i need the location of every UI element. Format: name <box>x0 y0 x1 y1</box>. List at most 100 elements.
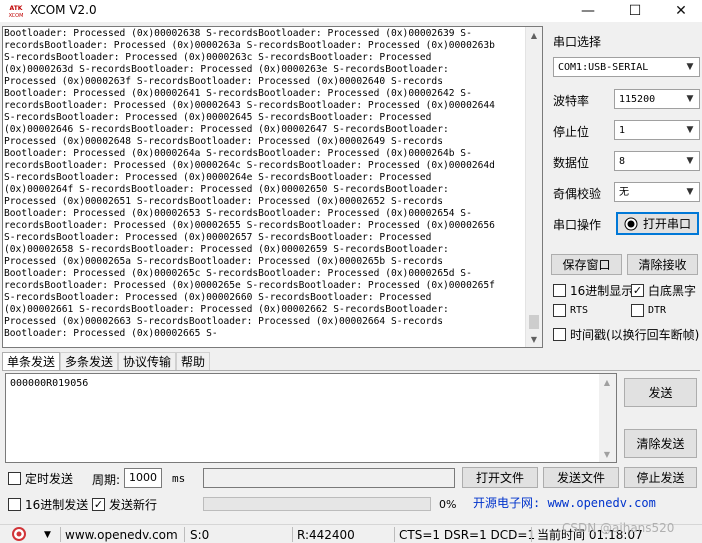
port-label: 串口选择 <box>553 35 602 49</box>
timed-send-checkbox[interactable]: 定时发送 <box>8 470 73 487</box>
close-icon: ✕ <box>675 3 687 19</box>
receive-line: S-recordsBootloader: Processed (0x)00002… <box>4 292 432 303</box>
checkbox-box <box>8 498 21 511</box>
scroll-up-icon[interactable]: ▲ <box>526 27 542 43</box>
minimize-icon: — <box>581 3 595 19</box>
close-button[interactable]: ✕ <box>658 0 702 22</box>
checkbox-box <box>553 328 566 341</box>
receive-text: Bootloader: Processed (0x)00002638 S-rec… <box>4 28 524 340</box>
stop-bits-select[interactable]: 1 ▼ <box>614 120 700 140</box>
receive-line: Processed (0x)00002663 S-recordsBootload… <box>4 316 443 327</box>
chevron-down-icon: ▼ <box>686 187 694 197</box>
receive-line: Processed (0x)0000265a S-recordsBootload… <box>4 256 443 267</box>
receive-text-area[interactable]: Bootloader: Processed (0x)00002638 S-rec… <box>2 26 543 348</box>
receive-line: Bootloader: Processed (0x)00002638 S-rec… <box>4 28 472 39</box>
status-separator <box>60 527 61 542</box>
baud-label: 波特率 <box>553 94 590 108</box>
maximize-icon: ☐ <box>628 3 642 19</box>
scroll-down-icon[interactable]: ▼ <box>599 446 615 462</box>
receive-line: recordsBootloader: Processed (0x)0000263… <box>4 40 495 51</box>
send-newline-checkbox[interactable]: ✓ 发送新行 <box>92 496 157 513</box>
port-operation-label: 串口操作 <box>553 218 602 232</box>
status-bar: ▼ www.openedv.com S:0 R:442400 CTS=1 DSR… <box>0 521 702 543</box>
minimize-button[interactable]: — <box>565 0 611 22</box>
scroll-down-icon[interactable]: ▼ <box>526 331 542 347</box>
tab-multi-send[interactable]: 多条发送 <box>60 352 119 371</box>
receive-line: S-recordsBootloader: Processed (0x)00002… <box>4 112 432 123</box>
save-window-button[interactable]: 保存窗口 <box>551 254 622 275</box>
clear-receive-button[interactable]: 清除接收 <box>627 254 698 275</box>
tab-help[interactable]: 帮助 <box>176 352 211 371</box>
parity-select[interactable]: 无 ▼ <box>614 182 700 202</box>
receive-line: S-recordsBootloader: Processed (0x)00002… <box>4 232 432 243</box>
receive-line: S-recordsBootloader: Processed (0x)00002… <box>4 172 432 183</box>
open-port-button[interactable]: 打开串口 <box>616 212 699 235</box>
receive-line: Bootloader: Processed (0x)00002665 S- <box>4 328 218 339</box>
receive-line: (0x)0000264f S-recordsBootloader: Proces… <box>4 184 449 195</box>
baud-select[interactable]: 115200 ▼ <box>614 89 700 109</box>
checkbox-box <box>553 304 566 317</box>
open-file-button[interactable]: 打开文件 <box>462 467 538 488</box>
hex-display-checkbox[interactable]: 16进制显示 <box>553 282 633 299</box>
receive-line: recordsBootloader: Processed (0x)0000264… <box>4 160 495 171</box>
stop-bits-label: 停止位 <box>553 125 590 139</box>
rts-checkbox[interactable]: RTS <box>553 304 588 317</box>
receive-line: Bootloader: Processed (0x)00002641 S-rec… <box>4 88 472 99</box>
settings-gear-icon[interactable] <box>12 527 26 541</box>
website-link[interactable]: 开源电子网: www.openedv.com <box>473 494 656 511</box>
receive-line: (0x)00002661 S-recordsBootloader: Proces… <box>4 304 449 315</box>
tab-protocol[interactable]: 协议传输 <box>118 352 177 371</box>
checkbox-box: ✓ <box>631 284 644 297</box>
file-path-field[interactable] <box>203 468 455 488</box>
period-input[interactable]: 1000 <box>124 468 162 488</box>
maximize-button[interactable]: ☐ <box>612 0 658 22</box>
receive-line: (0x)00002646 S-recordsBootloader: Proces… <box>4 124 449 135</box>
send-scrollbar[interactable]: ▲ ▼ <box>599 374 616 462</box>
port-select[interactable]: COM1:USB-SERIAL ▼ <box>553 57 700 77</box>
receive-scrollbar[interactable]: ▲ ▼ <box>525 27 542 347</box>
port-status-icon <box>624 217 638 230</box>
data-bits-select[interactable]: 8 ▼ <box>614 151 700 171</box>
send-file-button[interactable]: 发送文件 <box>543 467 619 488</box>
checkbox-box <box>631 304 644 317</box>
receive-line: S-recordsBootloader: Processed (0x)00002… <box>4 52 432 63</box>
clear-send-button[interactable]: 清除发送 <box>624 429 697 458</box>
chevron-down-icon: ▼ <box>686 156 694 166</box>
window-title: XCOM V2.0 <box>30 3 97 17</box>
svg-text:XCOM: XCOM <box>9 13 24 19</box>
data-bits-label: 数据位 <box>553 156 590 170</box>
receive-line: Bootloader: Processed (0x)0000265c S-rec… <box>4 268 472 279</box>
checkbox-box <box>553 284 566 297</box>
status-lines: CTS=1 DSR=1 DCD=1 <box>399 528 536 542</box>
watermark: CSDN @aihans520 <box>562 521 675 535</box>
status-separator <box>184 527 185 542</box>
dtr-checkbox[interactable]: DTR <box>631 304 666 317</box>
checkbox-box: ✓ <box>92 498 105 511</box>
period-unit: ms <box>172 472 186 485</box>
period-label: 周期: <box>92 473 121 487</box>
receive-line: Processed (0x)00002648 S-recordsBootload… <box>4 136 443 147</box>
status-separator <box>292 527 293 542</box>
chevron-down-icon: ▼ <box>686 94 694 104</box>
tab-single-send[interactable]: 单条发送 <box>2 352 61 371</box>
receive-line: (0x)00002658 S-recordsBootloader: Proces… <box>4 244 449 255</box>
receive-line: recordsBootloader: Processed (0x)0000265… <box>4 220 495 231</box>
send-button[interactable]: 发送 <box>624 378 697 407</box>
receive-line: Processed (0x)00002651 S-recordsBootload… <box>4 196 443 207</box>
stop-send-button[interactable]: 停止发送 <box>624 467 697 488</box>
send-input[interactable]: 000000R019056 ▲ ▼ <box>5 373 617 463</box>
receive-line: Bootloader: Processed (0x)0000264a S-rec… <box>4 148 472 159</box>
status-url[interactable]: www.openedv.com <box>65 527 178 543</box>
status-separator <box>531 527 532 542</box>
checkbox-box <box>8 472 21 485</box>
scroll-thumb[interactable] <box>529 315 539 329</box>
dropdown-arrow-icon[interactable]: ▼ <box>44 527 51 543</box>
receive-line: (0x)0000263d S-recordsBootloader: Proces… <box>4 64 449 75</box>
hex-send-checkbox[interactable]: 16进制发送 <box>8 496 88 513</box>
receive-line: recordsBootloader: Processed (0x)0000264… <box>4 100 495 111</box>
parity-label: 奇偶校验 <box>553 187 602 201</box>
timestamp-checkbox[interactable]: 时间戳(以换行回车断帧) <box>553 326 699 343</box>
white-background-checkbox[interactable]: ✓ 白底黑字 <box>631 282 696 299</box>
scroll-up-icon[interactable]: ▲ <box>599 374 615 390</box>
receive-line: Bootloader: Processed (0x)00002653 S-rec… <box>4 208 472 219</box>
